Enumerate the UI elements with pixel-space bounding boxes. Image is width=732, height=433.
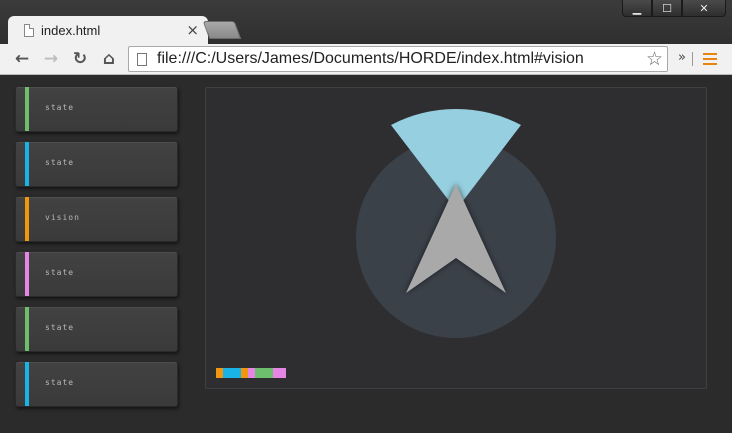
- home-icon[interactable]: ⌂: [99, 49, 119, 69]
- sidebar-item-vision[interactable]: vision: [15, 196, 178, 242]
- state-label: vision: [45, 213, 80, 222]
- toolbar-divider: [692, 52, 693, 66]
- state-color-bar: [25, 142, 29, 186]
- state-color-bar: [25, 307, 29, 351]
- page-icon: [137, 52, 147, 66]
- state-label: state: [45, 378, 75, 387]
- state-color-bar: [25, 362, 29, 406]
- sidebar-item-state-1[interactable]: state: [15, 86, 178, 132]
- sidebar-item-state-3[interactable]: state: [15, 251, 178, 297]
- address-bar[interactable]: file:///C:/Users/James/Documents/HORDE/i…: [128, 46, 668, 72]
- tab-title: index.html: [41, 22, 101, 38]
- state-color-bar: [25, 252, 29, 296]
- minimize-button[interactable]: ▁: [622, 0, 652, 17]
- legend-swatch: [255, 368, 264, 378]
- state-sidebar: state state vision state state state: [15, 86, 178, 416]
- new-tab-button[interactable]: [202, 21, 242, 39]
- state-label: state: [45, 268, 75, 277]
- legend-swatch: [241, 368, 248, 378]
- sidebar-item-state-5[interactable]: state: [15, 361, 178, 407]
- vision-panel: [205, 87, 707, 389]
- state-label: state: [45, 158, 75, 167]
- window-controls: ▁ ☐ ✕: [622, 0, 726, 18]
- browser-toolbar: ← → ↻ ⌂ file:///C:/Users/James/Documents…: [0, 44, 732, 75]
- color-legend: [216, 368, 286, 378]
- extensions-chevron-icon[interactable]: »: [678, 50, 686, 65]
- legend-swatch: [216, 368, 223, 378]
- close-window-button[interactable]: ✕: [682, 0, 726, 17]
- state-label: state: [45, 103, 75, 112]
- page-content: state state vision state state state: [4, 75, 728, 429]
- vision-radar: [356, 108, 556, 338]
- back-arrow-icon[interactable]: ←: [12, 49, 32, 69]
- maximize-button[interactable]: ☐: [652, 0, 682, 17]
- bookmark-star-icon[interactable]: ☆: [646, 48, 663, 70]
- legend-swatch: [223, 368, 232, 378]
- legend-swatch: [248, 368, 255, 378]
- url-text[interactable]: file:///C:/Users/James/Documents/HORDE/i…: [157, 50, 646, 68]
- menu-icon[interactable]: [703, 53, 717, 65]
- reload-icon[interactable]: ↻: [70, 49, 90, 69]
- tab-close-icon[interactable]: ×: [186, 21, 199, 39]
- legend-swatch: [232, 368, 241, 378]
- legend-swatch: [280, 368, 286, 378]
- forward-arrow-icon[interactable]: →: [41, 49, 61, 69]
- title-bar: ▁ ☐ ✕ index.html ×: [0, 0, 732, 44]
- sidebar-item-state-4[interactable]: state: [15, 306, 178, 352]
- state-color-bar: [25, 197, 29, 241]
- tab-index-html[interactable]: index.html ×: [8, 16, 208, 44]
- legend-swatch: [273, 368, 280, 378]
- state-label: state: [45, 323, 75, 332]
- page-icon: [24, 23, 34, 37]
- legend-swatch: [264, 368, 273, 378]
- state-color-bar: [25, 87, 29, 131]
- sidebar-item-state-2[interactable]: state: [15, 141, 178, 187]
